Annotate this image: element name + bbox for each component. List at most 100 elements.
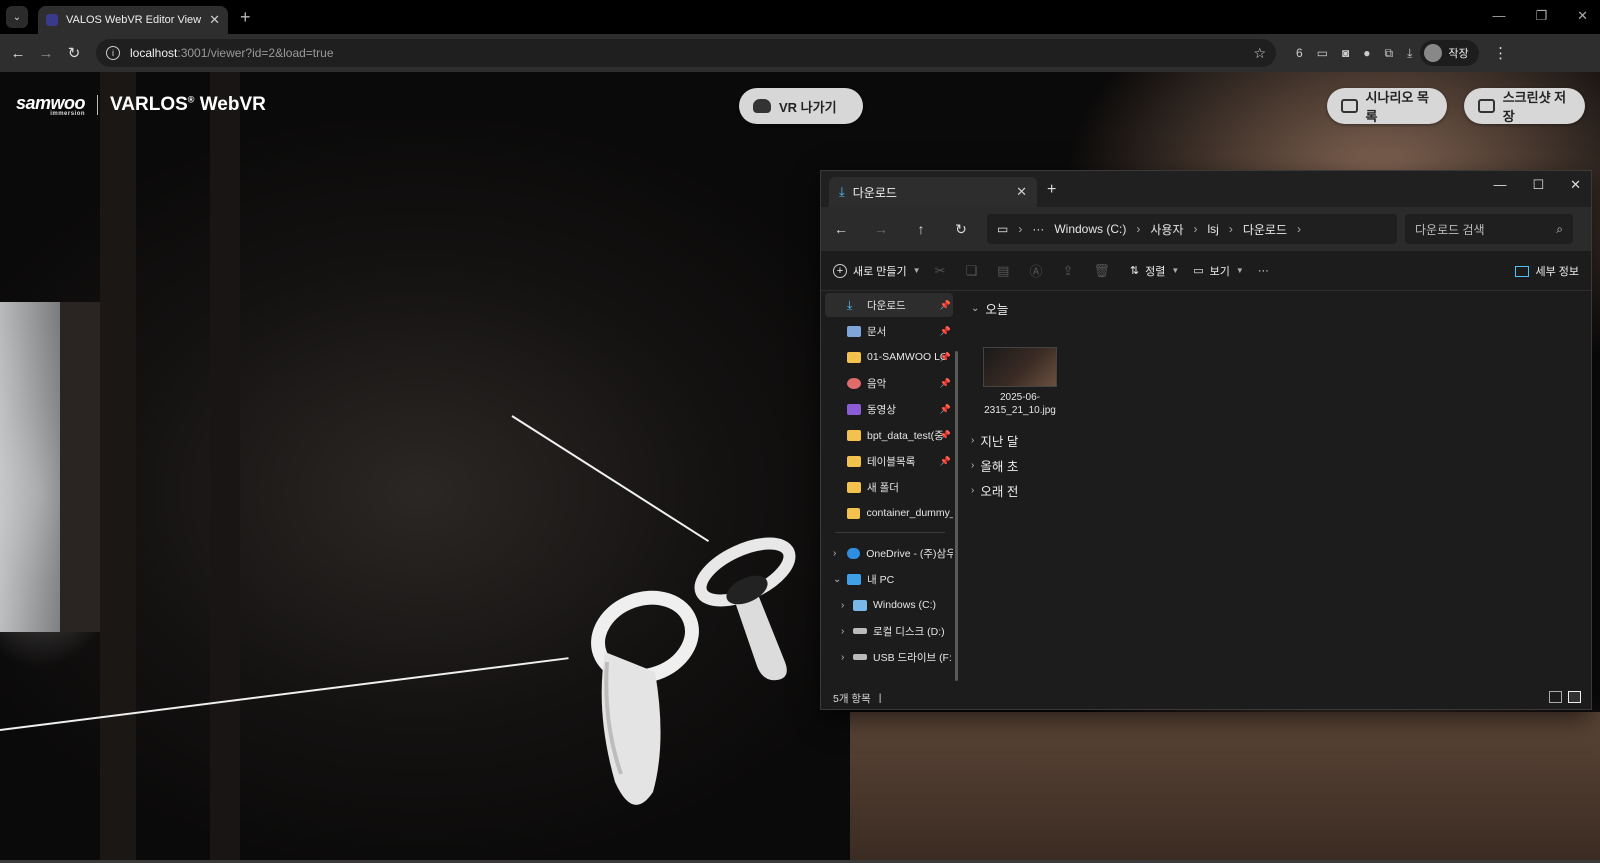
- group-header-last-month[interactable]: › 지난 달: [971, 431, 1018, 450]
- tree-item-drive-d[interactable]: › 로컬 디스크 (D:): [825, 619, 953, 643]
- site-info-icon[interactable]: i: [106, 46, 120, 60]
- pin-icon[interactable]: 📌: [940, 326, 951, 337]
- browser-tab[interactable]: VALOS WebVR Editor View ✕: [38, 6, 228, 34]
- sidebar-item-folder[interactable]: bpt_data_test(중 📌: [825, 423, 953, 447]
- sort-button[interactable]: ⇅ 정렬 ▼: [1130, 263, 1179, 279]
- folder-icon: [847, 507, 861, 519]
- sidebar-item-folder[interactable]: 01-SAMWOO LO 📌: [825, 345, 953, 369]
- tree-item-drive-f[interactable]: › USB 드라이브 (F:): [825, 645, 953, 669]
- bookmark-star-icon[interactable]: ☆: [1253, 45, 1266, 62]
- sidebar-item-folder[interactable]: 새 폴더: [825, 475, 953, 499]
- file-thumbnail[interactable]: [983, 347, 1057, 387]
- chevron-right-icon[interactable]: ›: [841, 626, 844, 637]
- search-input[interactable]: 다운로드 검색 ⌕: [1405, 214, 1573, 244]
- profile-button[interactable]: 작장: [1420, 40, 1479, 66]
- forward-icon[interactable]: →: [32, 45, 60, 62]
- tree-item-drive-c[interactable]: › Windows (C:): [825, 593, 953, 617]
- back-icon[interactable]: ←: [821, 221, 861, 237]
- extension-circle-icon[interactable]: ●: [1363, 46, 1370, 60]
- breadcrumb-item[interactable]: lsj: [1207, 222, 1218, 236]
- download-icon[interactable]: ⤓: [1407, 46, 1412, 61]
- explorer-tab-label: 다운로드: [852, 185, 897, 200]
- sidebar-item-documents[interactable]: 문서 📌: [825, 319, 953, 343]
- scenario-list-button[interactable]: 시나리오 목록: [1327, 88, 1447, 124]
- vr-viewport[interactable]: samwoo immersion VARLOS® WebVR VR 나가기 시나…: [0, 72, 1600, 863]
- view-button[interactable]: ▭ 보기 ▼: [1193, 263, 1244, 279]
- file-name[interactable]: 2025-06-2315_21_10.jpg: [975, 391, 1065, 417]
- chevron-right-icon[interactable]: ›: [841, 600, 844, 611]
- address-bar[interactable]: i localhost :3001/viewer?id=2&load=true …: [96, 39, 1276, 67]
- vr-headset-icon: [753, 99, 771, 113]
- pin-icon[interactable]: 📌: [940, 404, 951, 415]
- tab-search-button[interactable]: ⌄: [6, 6, 28, 28]
- cast-icon[interactable]: ▭: [1317, 46, 1328, 60]
- minimize-button[interactable]: —: [1492, 8, 1505, 24]
- explorer-new-tab-button[interactable]: +: [1047, 181, 1056, 199]
- sidebar-item-videos[interactable]: 동영상 📌: [825, 397, 953, 421]
- scene-beam: [210, 72, 240, 863]
- monitor-icon[interactable]: ▭: [997, 222, 1008, 236]
- breadcrumb[interactable]: ▭ › ··· Windows (C:) › 사용자 › lsj › 다운로드 …: [987, 214, 1397, 244]
- new-button[interactable]: + 새로 만들기 ▼: [833, 263, 921, 279]
- forward-icon[interactable]: →: [861, 221, 901, 237]
- pin-icon[interactable]: 📌: [940, 456, 951, 467]
- share-icon[interactable]: ⇪: [1062, 263, 1073, 279]
- sidebar-item-folder[interactable]: 테이블목록 📌: [825, 449, 953, 473]
- details-view-icon[interactable]: [1549, 691, 1562, 703]
- tree-item-this-pc[interactable]: ⌄ 내 PC: [825, 567, 953, 591]
- breadcrumb-more[interactable]: ···: [1032, 222, 1044, 236]
- large-icons-view-icon[interactable]: [1568, 691, 1581, 703]
- pin-icon[interactable]: 📌: [940, 430, 951, 441]
- explorer-tab[interactable]: ⤓ 다운로드 ✕: [829, 177, 1037, 207]
- chevron-right-icon: ›: [971, 460, 975, 471]
- vr-exit-button[interactable]: VR 나가기: [739, 88, 863, 124]
- refresh-icon[interactable]: ↻: [941, 221, 981, 238]
- copy-icon[interactable]: ❏: [965, 263, 977, 279]
- extension-count[interactable]: 6: [1296, 46, 1303, 60]
- chevron-right-icon: ›: [1228, 222, 1233, 236]
- pin-icon[interactable]: 📌: [940, 352, 951, 363]
- reload-icon[interactable]: ↻: [60, 44, 88, 62]
- back-icon[interactable]: ←: [4, 45, 32, 62]
- explorer-maximize-button[interactable]: ☐: [1532, 177, 1544, 193]
- group-header-today[interactable]: ⌄ 오늘: [971, 299, 1008, 318]
- breadcrumb-item[interactable]: 다운로드: [1243, 221, 1287, 238]
- delete-icon[interactable]: 🗑: [1093, 263, 1110, 279]
- screen: ⌄ VALOS WebVR Editor View ✕ + — ❐ ✕ ← → …: [0, 0, 1600, 863]
- group-header-earlier-this-year[interactable]: › 올해 초: [971, 456, 1018, 475]
- new-tab-button[interactable]: +: [240, 7, 251, 28]
- explorer-tab-close-icon[interactable]: ✕: [1016, 184, 1027, 200]
- tab-close-icon[interactable]: ✕: [209, 12, 220, 28]
- tree-item-onedrive[interactable]: › OneDrive - (주)삼우: [825, 541, 953, 565]
- pin-icon[interactable]: 📌: [940, 378, 951, 389]
- explorer-close-button[interactable]: ✕: [1570, 177, 1581, 193]
- sidebar-item-music[interactable]: 음악 📌: [825, 371, 953, 395]
- extensions-area: 6 ▭ ◙ ● ⧉ ⤓: [1296, 46, 1412, 61]
- details-button[interactable]: 세부 정보: [1515, 263, 1579, 279]
- breadcrumb-item[interactable]: 사용자: [1150, 221, 1183, 238]
- sidebar-item-label: 테이블목록: [867, 455, 916, 468]
- explorer-minimize-button[interactable]: —: [1493, 177, 1506, 193]
- group-header-long-ago[interactable]: › 오래 전: [971, 481, 1018, 500]
- sidebar-scrollbar[interactable]: [955, 351, 958, 681]
- browser-menu-icon[interactable]: ⋮: [1487, 44, 1515, 62]
- sidebar-item-downloads[interactable]: ⤓ 다운로드 📌: [825, 293, 953, 317]
- puzzle-icon[interactable]: ⧉: [1385, 46, 1394, 61]
- sidebar-item-folder[interactable]: container_dummy_: [825, 501, 953, 525]
- up-icon[interactable]: ↑: [901, 221, 941, 237]
- chevron-right-icon[interactable]: ›: [833, 548, 836, 559]
- close-window-button[interactable]: ✕: [1577, 8, 1588, 24]
- restore-button[interactable]: ❐: [1535, 8, 1547, 24]
- paste-icon[interactable]: ▤: [997, 263, 1009, 279]
- breadcrumb-item[interactable]: Windows (C:): [1054, 222, 1126, 236]
- screenshot-save-button[interactable]: 스크린샷 저장: [1464, 88, 1585, 124]
- pin-icon[interactable]: 📌: [940, 300, 951, 311]
- profile-name: 작장: [1448, 48, 1469, 60]
- chevron-right-icon[interactable]: ›: [841, 652, 844, 663]
- chevron-down-icon[interactable]: ⌄: [833, 574, 841, 585]
- camera-icon[interactable]: ◙: [1342, 46, 1349, 60]
- url-path: :3001/viewer?id=2&load=true: [177, 46, 334, 60]
- cut-icon[interactable]: ✂: [935, 263, 946, 279]
- more-options-button[interactable]: ···: [1258, 265, 1269, 277]
- rename-icon[interactable]: Ⓐ: [1029, 261, 1042, 280]
